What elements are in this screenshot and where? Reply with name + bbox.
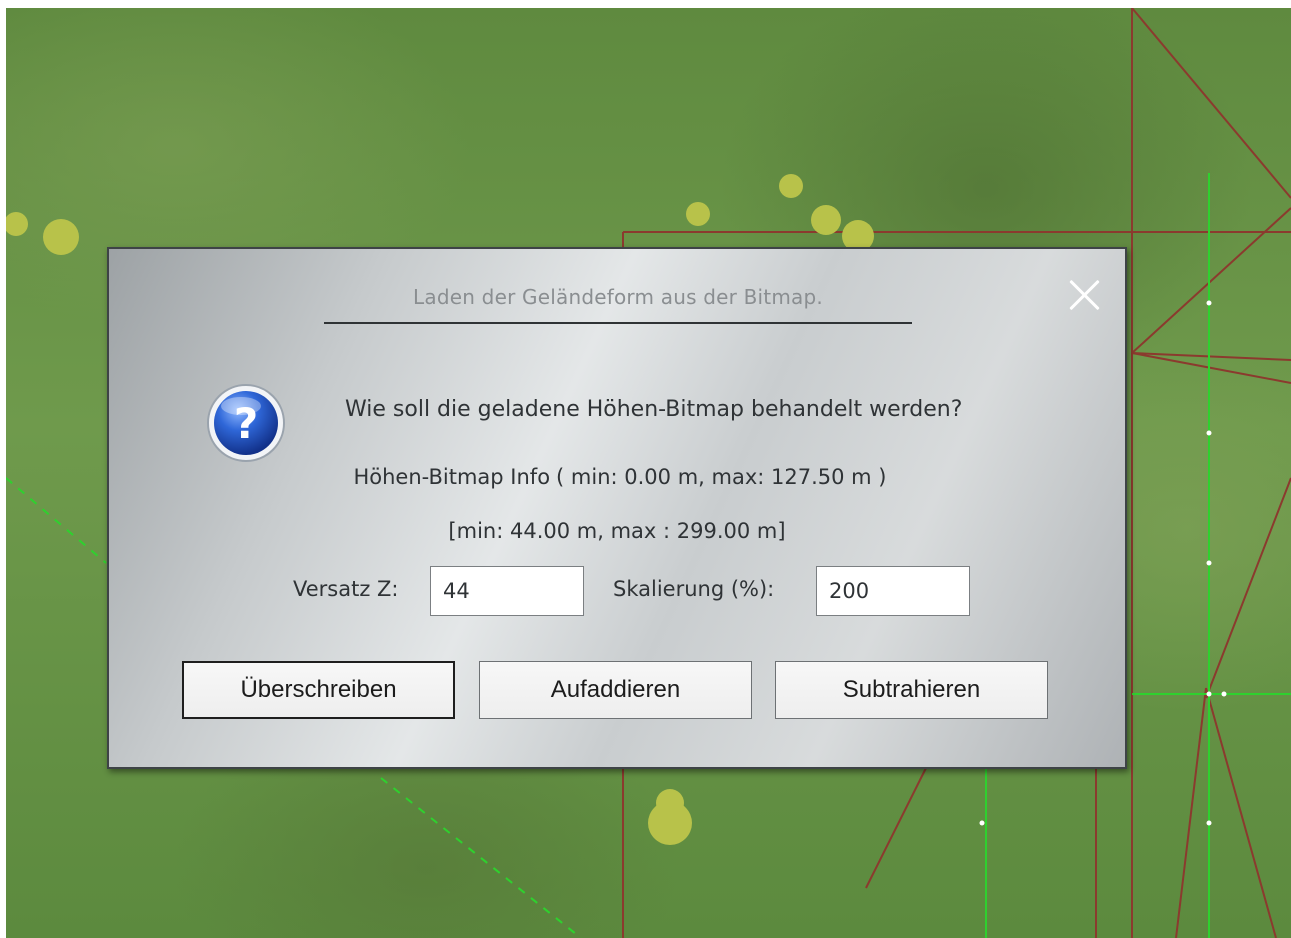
scale-label: Skalierung (%): [613,577,775,601]
offset-z-label: Versatz Z: [293,577,399,601]
title-divider [324,322,912,324]
svg-text:?: ? [234,399,258,448]
resulting-range: [min: 44.00 m, max : 299.00 m] [448,519,786,543]
heightmap-load-dialog: Laden der Geländeform aus der Bitmap. ? … [107,247,1127,769]
close-icon[interactable] [1061,271,1109,319]
question-text: Wie soll die geladene Höhen-Bitmap behan… [345,397,963,422]
question-icon: ? [207,384,285,462]
scale-input[interactable] [816,566,970,616]
offset-z-input[interactable] [430,566,584,616]
heightmap-info-label: Höhen-Bitmap Info [353,465,551,489]
heightmap-info-range: ( min: 0.00 m, max: 127.50 m ) [556,465,887,489]
add-button[interactable]: Aufaddieren [479,661,752,719]
subtract-button[interactable]: Subtrahieren [775,661,1048,719]
dialog-title: Laden der Geländeform aus der Bitmap. [413,285,823,309]
overwrite-button[interactable]: Überschreiben [182,661,455,719]
heightmap-info: Höhen-Bitmap Info( min: 0.00 m, max: 127… [109,465,1125,489]
